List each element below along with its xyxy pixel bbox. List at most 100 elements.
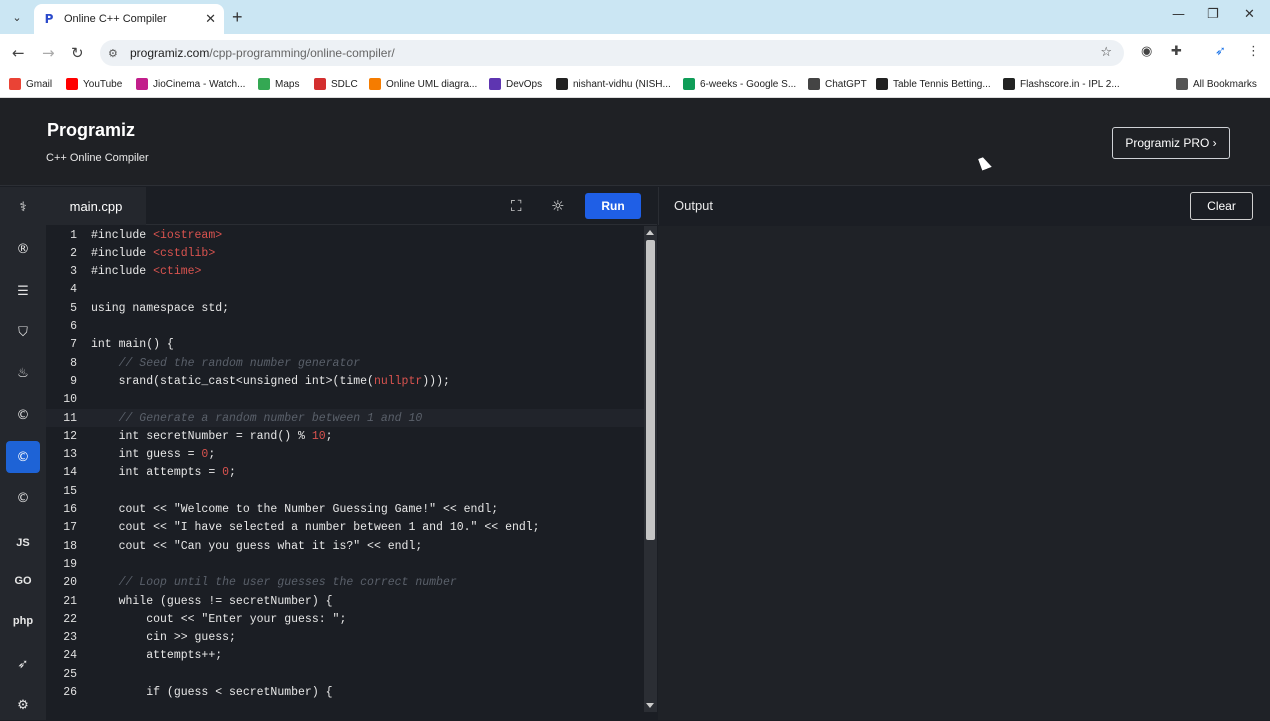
close-window-icon[interactable]: ✕ — [1244, 7, 1255, 22]
code-line[interactable]: 14 int attempts = 0; — [46, 464, 644, 482]
code-line[interactable]: 24 attempts++; — [46, 647, 644, 665]
browser-tab-strip: ⌄ P Online C++ Compiler ✕ + — ❐ ✕ — [0, 0, 1270, 34]
code-line[interactable]: 12 int secretNumber = rand() % 10; — [46, 427, 644, 445]
line-number: 16 — [63, 503, 77, 516]
bookmark-label: Maps — [275, 78, 300, 90]
code-line[interactable]: 8 // Seed the random number generator — [46, 354, 644, 372]
run-button[interactable]: Run — [585, 193, 641, 219]
bookmark-favicon-icon — [683, 78, 695, 90]
extensions-icon[interactable]: ✚ — [1171, 44, 1182, 59]
scroll-up-icon[interactable] — [646, 230, 654, 235]
java-icon[interactable]: ♨ — [6, 357, 40, 389]
new-tab-icon[interactable]: + — [232, 7, 243, 28]
r-icon[interactable]: ® — [6, 233, 40, 265]
code-line[interactable]: 4 — [46, 281, 644, 299]
code-editor[interactable]: 1 #include <iostream> 2 #include <cstdlib> 3… — [46, 226, 644, 720]
code-line[interactable]: 13 int guess = 0; — [46, 446, 644, 464]
bookmark-item[interactable]: ChatGPT — [808, 78, 867, 90]
line-number: 7 — [70, 338, 77, 352]
code-token: cout << "Welcome to the Number Guessing … — [91, 503, 499, 516]
language-sidebar: ⚕ ® ☰ ⛉ ♨ © © © JS GO php ➶ ⚙ — [0, 187, 46, 720]
profile-icon[interactable]: ➶ — [1215, 44, 1226, 59]
code-token: attempts++; — [91, 649, 223, 663]
code-line[interactable]: 15 — [46, 482, 644, 500]
code-line[interactable]: 7 int main() { — [46, 336, 644, 354]
code-line[interactable]: 19 — [46, 555, 644, 573]
reload-icon[interactable]: ↻ — [71, 44, 84, 62]
rust-icon[interactable]: ⚙ — [6, 689, 40, 721]
bookmark-favicon-icon — [556, 78, 568, 90]
code-line[interactable]: 20 // Loop until the user guesses the co… — [46, 574, 644, 592]
output-console[interactable] — [658, 226, 1270, 720]
code-line[interactable]: 16 cout << "Welcome to the Number Guessi… — [46, 501, 644, 519]
programiz-logo[interactable]: Programiz — [47, 120, 135, 141]
go-icon[interactable]: GO — [6, 565, 40, 597]
bookmark-item[interactable]: JioCinema - Watch... — [136, 78, 245, 90]
bookmark-item[interactable]: SDLC — [314, 78, 358, 90]
scrollbar-thumb[interactable] — [646, 240, 655, 540]
code-line[interactable]: 10 — [46, 391, 644, 409]
bookmark-item[interactable]: Table Tennis Betting... — [876, 78, 991, 90]
code-line[interactable]: 1 #include <iostream> — [46, 226, 644, 244]
bookmark-label: SDLC — [331, 78, 358, 90]
js-icon[interactable]: JS — [6, 527, 40, 559]
address-bar[interactable]: ⚙ programiz.com/cpp-programming/online-c… — [100, 40, 1124, 66]
bookmark-item[interactable]: Maps — [258, 78, 299, 90]
code-line[interactable]: 21 while (guess != secretNumber) { — [46, 592, 644, 610]
code-line[interactable]: 18 cout << "Can you guess what it is?" <… — [46, 537, 644, 555]
bookmark-star-icon[interactable]: ☆ — [1100, 45, 1112, 60]
bookmark-item[interactable]: nishant-vidhu (NISH... — [556, 78, 671, 90]
theme-toggle-icon[interactable]: ☼ — [551, 197, 564, 215]
sql-icon[interactable]: ☰ — [6, 275, 40, 307]
camera-icon[interactable]: ◉ — [1141, 44, 1152, 59]
code-token: // Loop until the user guesses the corre… — [91, 576, 457, 590]
code-token: int secretNumber = rand() % — [91, 429, 312, 443]
bookmark-item[interactable]: YouTube — [66, 78, 122, 90]
file-tab-main-cpp[interactable]: main.cpp — [46, 187, 146, 225]
minimize-icon[interactable]: — — [1172, 7, 1185, 22]
code-line[interactable]: 6 — [46, 318, 644, 336]
bookmark-item[interactable]: DevOps — [489, 78, 542, 90]
back-icon[interactable]: ← — [12, 44, 25, 62]
forward-icon[interactable]: → — [42, 44, 55, 62]
bookmark-item[interactable]: Flashscore.in - IPL 2... — [1003, 78, 1120, 90]
code-line[interactable]: 3 #include <ctime> — [46, 263, 644, 281]
php-icon[interactable]: php — [6, 605, 40, 637]
code-token: #include — [91, 228, 154, 242]
code-line[interactable]: 11 // Generate a random number between 1… — [46, 409, 644, 427]
code-line[interactable]: 5 using namespace std; — [46, 299, 644, 317]
code-token: <iostream> — [153, 228, 223, 242]
line-number: 25 — [63, 667, 77, 681]
c-icon[interactable]: © — [6, 399, 40, 431]
bookmark-item[interactable]: All Bookmarks — [1176, 78, 1257, 90]
bookmark-item[interactable]: Online UML diagra... — [369, 78, 477, 90]
bookmark-item[interactable]: 6-weeks - Google S... — [683, 78, 796, 90]
site-info-icon[interactable]: ⚙ — [108, 47, 124, 60]
cpp-icon[interactable]: © — [6, 441, 40, 473]
python-icon[interactable]: ⚕ — [6, 191, 40, 223]
code-line[interactable]: 25 — [46, 665, 644, 683]
scroll-down-icon[interactable] — [646, 703, 654, 708]
code-line[interactable]: 26 if (guess < secretNumber) { — [46, 684, 644, 702]
clear-button[interactable]: Clear — [1190, 192, 1253, 220]
menu-kebab-icon[interactable]: ⋮ — [1247, 44, 1260, 59]
bookmark-favicon-icon — [808, 78, 820, 90]
tab-search-icon[interactable]: ⌄ — [6, 6, 28, 28]
programiz-pro-button[interactable]: Programiz PRO › — [1112, 127, 1230, 159]
code-line[interactable]: 17 cout << "I have selected a number bet… — [46, 519, 644, 537]
line-number: 17 — [63, 521, 77, 535]
bookmark-item[interactable]: Gmail — [9, 78, 52, 90]
csharp-icon[interactable]: © — [6, 482, 40, 514]
swift-icon[interactable]: ➶ — [6, 648, 40, 680]
maximize-icon[interactable]: ❐ — [1207, 7, 1219, 22]
close-tab-icon[interactable]: ✕ — [205, 11, 216, 27]
code-line[interactable]: 9 srand(static_cast<unsigned int>(time(n… — [46, 372, 644, 390]
bookmark-favicon-icon — [489, 78, 501, 90]
code-line[interactable]: 22 cout << "Enter your guess: "; — [46, 610, 644, 628]
code-line[interactable]: 23 cin >> guess; — [46, 629, 644, 647]
code-line[interactable]: 2 #include <cstdlib> — [46, 244, 644, 262]
html-icon[interactable]: ⛉ — [6, 316, 40, 348]
fullscreen-icon[interactable]: ⛶ — [511, 197, 522, 215]
editor-scrollbar[interactable] — [644, 226, 657, 712]
browser-tab[interactable]: P Online C++ Compiler ✕ — [34, 4, 224, 34]
